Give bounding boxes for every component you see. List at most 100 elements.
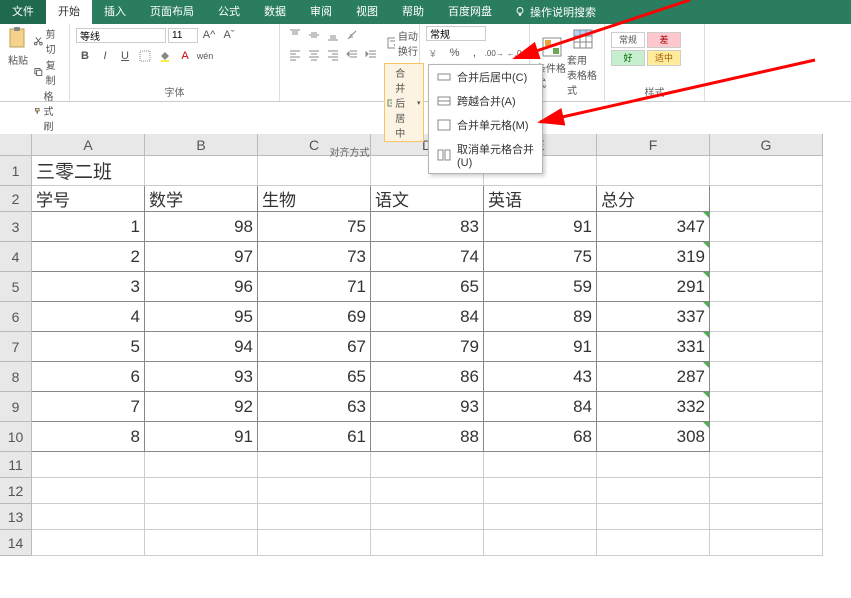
align-left-button[interactable] [286,46,304,64]
decrease-decimal-button[interactable]: ←.0 [505,44,523,62]
merge-center-item[interactable]: 合并后居中(C) [429,65,542,89]
cell-D10[interactable]: 88 [371,422,484,452]
decrease-font-button[interactable]: Aˇ [220,26,238,44]
cell-F4[interactable]: 319 [597,242,710,272]
cell-D9[interactable]: 93 [371,392,484,422]
cell-E14[interactable] [484,530,597,556]
cell-D2[interactable]: 语文 [371,186,484,212]
cell-B12[interactable] [145,478,258,504]
cell-C1[interactable] [258,156,371,186]
align-bottom-button[interactable] [324,26,342,44]
cell-G9[interactable] [710,392,823,422]
row-header-2[interactable]: 2 [0,186,32,212]
border-button[interactable] [136,47,154,65]
tab-baidu[interactable]: 百度网盘 [436,0,504,24]
merge-across-item[interactable]: 跨越合并(A) [429,89,542,113]
format-painter-button[interactable]: 格式刷 [34,88,63,133]
cell-C4[interactable]: 73 [258,242,371,272]
col-header-B[interactable]: B [145,134,258,156]
cell-A1[interactable]: 三零二班 [32,156,145,186]
cell-G5[interactable] [710,272,823,302]
cell-D12[interactable] [371,478,484,504]
cell-F14[interactable] [597,530,710,556]
cell-G7[interactable] [710,332,823,362]
cell-C10[interactable]: 61 [258,422,371,452]
cell-F6[interactable]: 337 [597,302,710,332]
cell-A14[interactable] [32,530,145,556]
number-format-select[interactable] [426,26,486,41]
cell-G4[interactable] [710,242,823,272]
increase-font-button[interactable]: A^ [200,26,218,44]
cell-A4[interactable]: 2 [32,242,145,272]
cell-F7[interactable]: 331 [597,332,710,362]
font-name-select[interactable] [76,28,166,43]
cell-G14[interactable] [710,530,823,556]
cell-B8[interactable]: 93 [145,362,258,392]
cell-B7[interactable]: 94 [145,332,258,362]
cell-E3[interactable]: 91 [484,212,597,242]
paste-button[interactable]: 粘贴 [6,26,30,133]
style-neutral[interactable]: 适中 [647,50,681,66]
bold-button[interactable]: B [76,47,94,65]
cell-A7[interactable]: 5 [32,332,145,362]
tab-pagelayout[interactable]: 页面布局 [138,0,206,24]
row-header-11[interactable]: 11 [0,452,32,478]
cell-G8[interactable] [710,362,823,392]
cell-D11[interactable] [371,452,484,478]
orientation-button[interactable]: a [343,26,361,44]
row-header-5[interactable]: 5 [0,272,32,302]
indent-increase-button[interactable] [362,46,380,64]
cell-C14[interactable] [258,530,371,556]
font-color-button[interactable]: A [176,47,194,65]
cell-E13[interactable] [484,504,597,530]
row-header-14[interactable]: 14 [0,530,32,556]
cell-F13[interactable] [597,504,710,530]
wrap-text-button[interactable]: 自动换行 [384,26,424,60]
cell-F8[interactable]: 287 [597,362,710,392]
cell-G2[interactable] [710,186,823,212]
cell-D3[interactable]: 83 [371,212,484,242]
tab-insert[interactable]: 插入 [92,0,138,24]
row-header-1[interactable]: 1 [0,156,32,186]
comma-button[interactable]: , [466,44,484,62]
cell-F11[interactable] [597,452,710,478]
cell-E8[interactable]: 43 [484,362,597,392]
format-as-table-button[interactable]: 套用 表格格式 [567,26,598,99]
cell-B4[interactable]: 97 [145,242,258,272]
tab-help[interactable]: 帮助 [390,0,436,24]
cell-A9[interactable]: 7 [32,392,145,422]
cell-C11[interactable] [258,452,371,478]
cell-G11[interactable] [710,452,823,478]
currency-button[interactable]: ¥ [426,44,444,62]
style-bad[interactable]: 差 [647,32,681,48]
cell-G13[interactable] [710,504,823,530]
italic-button[interactable]: I [96,47,114,65]
select-all-corner[interactable] [0,134,32,156]
cell-F9[interactable]: 332 [597,392,710,422]
cell-F3[interactable]: 347 [597,212,710,242]
cell-G12[interactable] [710,478,823,504]
cell-F12[interactable] [597,478,710,504]
cell-B11[interactable] [145,452,258,478]
cell-E7[interactable]: 91 [484,332,597,362]
row-header-9[interactable]: 9 [0,392,32,422]
tab-formulas[interactable]: 公式 [206,0,252,24]
cell-B3[interactable]: 98 [145,212,258,242]
cell-B1[interactable] [145,156,258,186]
cell-F2[interactable]: 总分 [597,186,710,212]
percent-button[interactable]: % [446,44,464,62]
cell-A11[interactable] [32,452,145,478]
cell-E11[interactable] [484,452,597,478]
cell-D13[interactable] [371,504,484,530]
row-header-13[interactable]: 13 [0,504,32,530]
row-header-12[interactable]: 12 [0,478,32,504]
cell-C8[interactable]: 65 [258,362,371,392]
cell-B13[interactable] [145,504,258,530]
tab-home[interactable]: 开始 [46,0,92,24]
align-top-button[interactable] [286,26,304,44]
col-header-F[interactable]: F [597,134,710,156]
col-header-G[interactable]: G [710,134,823,156]
align-middle-button[interactable] [305,26,323,44]
style-normal[interactable]: 常规 [611,32,645,48]
cell-D14[interactable] [371,530,484,556]
